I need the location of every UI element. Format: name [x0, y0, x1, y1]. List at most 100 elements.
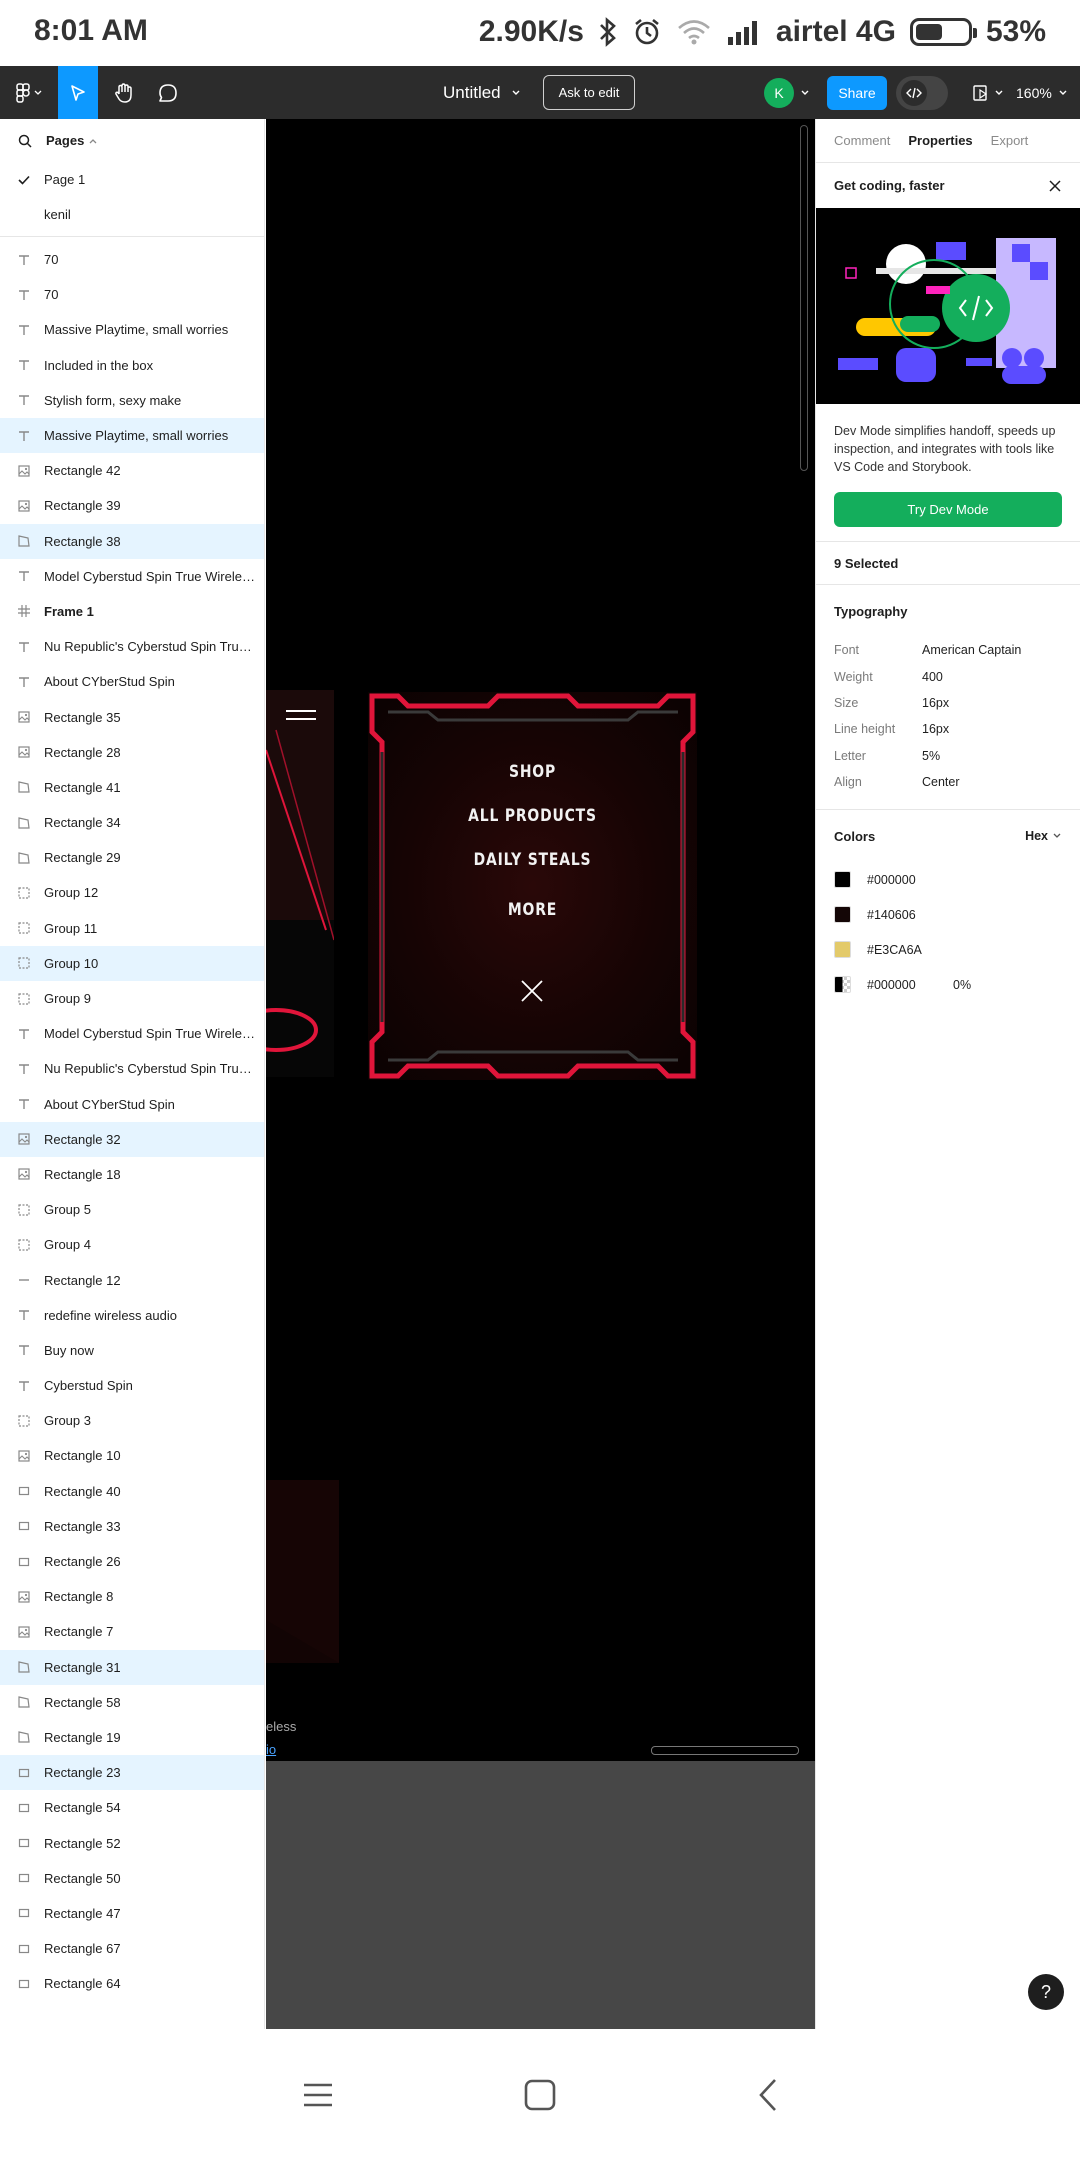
layer-row[interactable]: About CYberStud Spin [0, 1087, 264, 1122]
layer-row[interactable]: Buy now [0, 1333, 264, 1368]
canvas-frame-partial[interactable] [266, 690, 334, 1077]
layer-row[interactable]: About CYberStud Spin [0, 664, 264, 699]
move-tool-button[interactable] [58, 66, 98, 119]
layer-row[interactable]: Group 5 [0, 1192, 264, 1227]
layer-row[interactable]: Rectangle 42 [0, 453, 264, 488]
layer-row[interactable]: Group 4 [0, 1227, 264, 1262]
layer-row[interactable]: Rectangle 64 [0, 1966, 264, 2001]
layer-row[interactable]: 70 [0, 242, 264, 277]
color-row[interactable]: #000000 [834, 862, 1062, 897]
color-row[interactable]: #000000 0% [834, 967, 1062, 1002]
help-button[interactable]: ? [1028, 1974, 1064, 2010]
recent-apps-button[interactable] [293, 2070, 343, 2120]
layer-row[interactable]: Group 11 [0, 911, 264, 946]
layer-row[interactable]: Stylish form, sexy make [0, 383, 264, 418]
layer-row[interactable]: Rectangle 34 [0, 805, 264, 840]
layer-row[interactable]: Rectangle 8 [0, 1579, 264, 1614]
canvas-text-fragment[interactable]: eless [266, 1719, 296, 1734]
tab-export[interactable]: Export [991, 133, 1029, 148]
layer-row[interactable]: redefine wireless audio [0, 1298, 264, 1333]
layer-row[interactable]: Group 9 [0, 981, 264, 1016]
tab-comment[interactable]: Comment [834, 133, 890, 148]
page-item-kenil[interactable]: kenil [0, 197, 264, 232]
menu-item-shop[interactable]: SHOP [398, 762, 668, 782]
share-button[interactable]: Share [827, 76, 887, 110]
layer-row[interactable]: Rectangle 32 [0, 1121, 264, 1157]
home-button[interactable] [515, 2070, 565, 2120]
layer-row[interactable]: Group 10 [0, 945, 264, 981]
layer-row[interactable]: Rectangle 47 [0, 1896, 264, 1931]
layer-row[interactable]: Rectangle 52 [0, 1825, 264, 1860]
property-value[interactable]: Center [922, 775, 960, 789]
layer-row[interactable]: Rectangle 58 [0, 1685, 264, 1720]
layer-row[interactable]: Rectangle 10 [0, 1438, 264, 1473]
dev-mode-toggle[interactable] [896, 76, 948, 110]
canvas[interactable]: SHOP ALL PRODUCTS DAILY STEALS MORE eles… [266, 119, 815, 2029]
layer-row[interactable]: Rectangle 39 [0, 488, 264, 523]
layer-row[interactable]: Cyberstud Spin [0, 1368, 264, 1403]
layer-row[interactable]: Nu Republic's Cyberstud Spin True Wirele… [0, 629, 264, 664]
property-value[interactable]: 16px [922, 722, 949, 736]
hamburger-menu-icon[interactable] [286, 710, 316, 726]
horizontal-scrollbar[interactable] [651, 1746, 799, 1755]
menu-item-daily-steals[interactable]: DAILY STEALS [398, 850, 668, 870]
canvas-empty-area[interactable] [266, 1761, 815, 2029]
ask-to-edit-button[interactable]: Ask to edit [543, 75, 635, 110]
layer-row[interactable]: Rectangle 23 [0, 1755, 264, 1791]
layer-row[interactable]: Rectangle 41 [0, 770, 264, 805]
layer-row[interactable]: Rectangle 12 [0, 1262, 264, 1297]
layer-row[interactable]: Massive Playtime, small worries [0, 312, 264, 347]
main-menu-button[interactable] [6, 66, 56, 119]
layer-row[interactable]: Model Cyberstud Spin True Wireless Earbu… [0, 559, 264, 594]
layer-row[interactable]: Massive Playtime, small worries [0, 417, 264, 454]
layer-row[interactable]: Rectangle 7 [0, 1614, 264, 1649]
layer-row[interactable]: Rectangle 33 [0, 1509, 264, 1544]
property-value[interactable]: 16px [922, 696, 949, 710]
collaborators[interactable]: K [764, 77, 810, 109]
property-value[interactable]: 400 [922, 670, 943, 684]
tab-properties[interactable]: Properties [908, 133, 972, 148]
layer-row[interactable]: Rectangle 31 [0, 1649, 264, 1685]
mobile-menu-frame[interactable]: SHOP ALL PRODUCTS DAILY STEALS MORE [368, 692, 697, 1080]
pages-header[interactable]: Pages [0, 119, 264, 162]
canvas-rectangle-partial[interactable] [266, 1480, 339, 1663]
layer-row[interactable]: Rectangle 29 [0, 840, 264, 875]
layer-row[interactable]: Included in the box [0, 348, 264, 383]
zoom-dropdown[interactable]: 160% [1016, 66, 1068, 119]
layer-row[interactable]: Rectangle 67 [0, 1931, 264, 1966]
layer-row[interactable]: Rectangle 40 [0, 1474, 264, 1509]
layer-row[interactable]: Group 3 [0, 1403, 264, 1438]
layer-row[interactable]: Frame 1 [0, 594, 264, 629]
property-value[interactable]: American Captain [922, 643, 1021, 657]
page-item-page-1[interactable]: Page 1 [0, 162, 264, 197]
layer-row[interactable]: Rectangle 28 [0, 735, 264, 770]
property-value[interactable]: 5% [922, 749, 940, 763]
layer-row[interactable]: Group 12 [0, 875, 264, 910]
file-title[interactable]: Untitled [443, 66, 521, 119]
layer-row[interactable]: Rectangle 54 [0, 1790, 264, 1825]
hand-tool-button[interactable] [104, 66, 144, 119]
color-row[interactable]: #E3CA6A [834, 932, 1062, 967]
close-icon[interactable] [519, 978, 545, 1004]
back-button[interactable] [743, 2070, 793, 2120]
comment-tool-button[interactable] [148, 66, 188, 119]
close-icon[interactable] [1048, 179, 1062, 193]
try-dev-mode-button[interactable]: Try Dev Mode [834, 492, 1062, 527]
layer-row[interactable]: Rectangle 26 [0, 1544, 264, 1579]
layer-row[interactable]: Model Cyberstud Spin True Wireless Earbu… [0, 1016, 264, 1051]
layer-row[interactable]: Rectangle 50 [0, 1861, 264, 1896]
layer-row[interactable]: Rectangle 19 [0, 1720, 264, 1755]
vertical-scrollbar[interactable] [800, 125, 808, 471]
layer-row[interactable]: 70 [0, 277, 264, 312]
menu-item-all-products[interactable]: ALL PRODUCTS [398, 806, 668, 826]
view-settings-button[interactable] [972, 66, 1004, 119]
canvas-link-fragment[interactable]: io [266, 1742, 276, 1757]
menu-item-more[interactable]: MORE [398, 900, 668, 920]
color-row[interactable]: #140606 [834, 897, 1062, 932]
layer-row[interactable]: Nu Republic's Cyberstud Spin True Wirele… [0, 1051, 264, 1086]
search-icon[interactable] [18, 134, 32, 148]
color-format-dropdown[interactable]: Hex [1025, 829, 1062, 843]
layer-row[interactable]: Rectangle 35 [0, 699, 264, 734]
layer-row[interactable]: Rectangle 18 [0, 1157, 264, 1192]
layer-row[interactable]: Rectangle 38 [0, 523, 264, 559]
